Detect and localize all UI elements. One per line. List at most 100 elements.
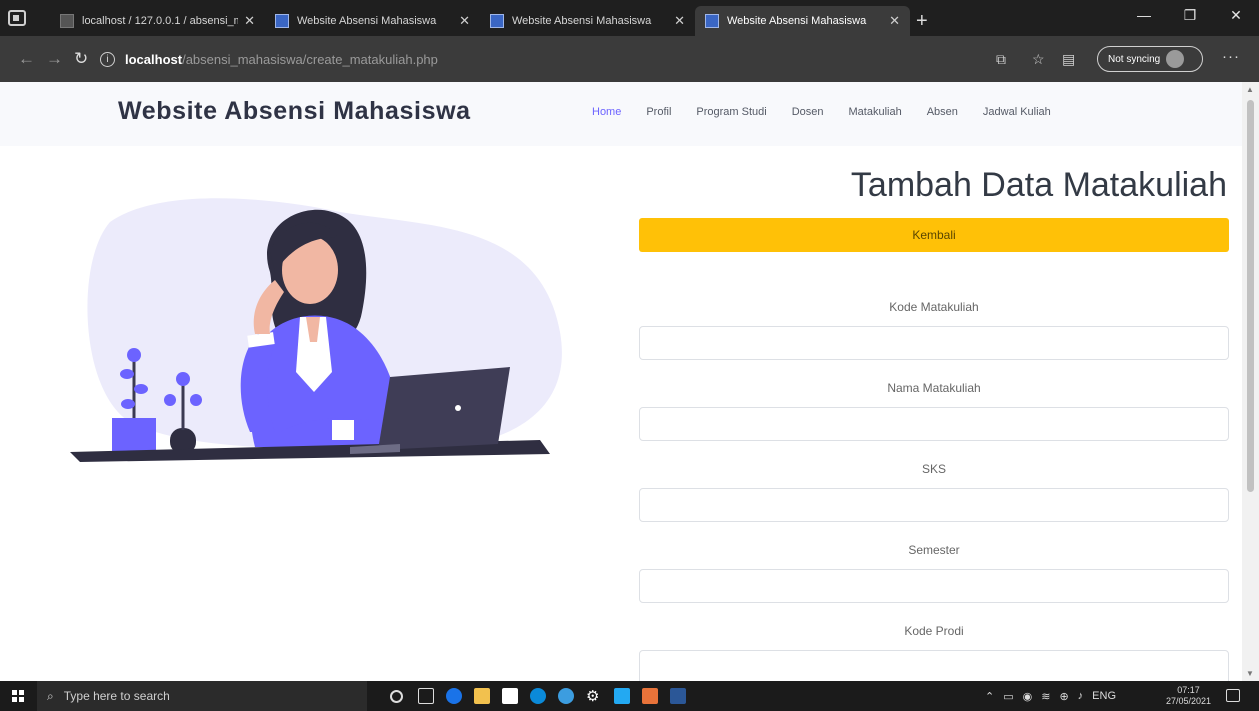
- nav-home[interactable]: Home: [592, 106, 621, 118]
- tab-favicon-icon: [705, 14, 719, 28]
- address-bar: ← → ↻ i localhost /absensi_mahasiswa/cre…: [0, 36, 1259, 82]
- browser-tab-phpmyadmin[interactable]: localhost / 127.0.0.1 / absensi_m ✕: [50, 6, 265, 36]
- browser-tab-2[interactable]: Website Absensi Mahasiswa ✕: [265, 6, 480, 36]
- browser-tab-active[interactable]: Website Absensi Mahasiswa ✕: [695, 6, 910, 36]
- field-kode-prodi: Kode Prodi: [639, 624, 1229, 681]
- minimize-icon[interactable]: —: [1121, 0, 1167, 30]
- new-tab-icon[interactable]: +: [916, 6, 928, 36]
- taskbar-clock[interactable]: 07:17 27/05/2021: [1166, 685, 1211, 707]
- scroll-down-icon[interactable]: ▼: [1246, 669, 1254, 678]
- tab-actions-icon[interactable]: [8, 10, 26, 26]
- tab-label: Website Absensi Mahasiswa: [727, 15, 867, 27]
- restore-icon[interactable]: ❐: [1167, 0, 1213, 30]
- field-kode-matakuliah: Kode Matakuliah: [639, 300, 1229, 360]
- kode-matakuliah-input[interactable]: [639, 326, 1229, 360]
- battery-icon[interactable]: ▭: [1003, 690, 1013, 703]
- favorite-star-icon[interactable]: ☆: [1032, 51, 1045, 68]
- url-path: /absensi_mahasiswa/create_matakuliah.php: [182, 51, 438, 67]
- field-semester: Semester: [639, 543, 1229, 603]
- nama-matakuliah-label: Nama Matakuliah: [887, 381, 981, 395]
- nama-matakuliah-input[interactable]: [639, 407, 1229, 441]
- nav-profil[interactable]: Profil: [646, 106, 671, 118]
- scrollbar-thumb[interactable]: [1247, 100, 1254, 492]
- url-field[interactable]: i localhost /absensi_mahasiswa/create_ma…: [100, 44, 1000, 74]
- search-placeholder: Type here to search: [63, 689, 170, 703]
- back-arrow-icon[interactable]: ←: [18, 49, 35, 69]
- profile-sync-button[interactable]: Not syncing: [1097, 46, 1203, 72]
- nav-program-studi[interactable]: Program Studi: [696, 106, 766, 118]
- back-button[interactable]: Kembali: [639, 218, 1229, 252]
- edge-dev-icon[interactable]: [530, 688, 546, 704]
- field-sks: SKS: [639, 462, 1229, 522]
- tab-close-icon[interactable]: ✕: [244, 13, 255, 29]
- taskbar-search-box[interactable]: ⌕ Type here to search: [37, 681, 367, 711]
- cortana-icon[interactable]: [390, 690, 403, 703]
- language-indicator[interactable]: ENG: [1092, 690, 1116, 703]
- site-menu: Home Profil Program Studi Dosen Matakuli…: [592, 106, 1076, 118]
- semester-label: Semester: [908, 543, 960, 557]
- volume-icon[interactable]: ♪: [1078, 690, 1084, 703]
- wifi-icon[interactable]: ≋: [1041, 690, 1050, 703]
- kode-prodi-input[interactable]: [639, 650, 1229, 681]
- tab-favicon-icon: [275, 14, 289, 28]
- tab-label: Website Absensi Mahasiswa: [512, 15, 652, 27]
- word-icon[interactable]: [670, 688, 686, 704]
- nav-dosen[interactable]: Dosen: [792, 106, 824, 118]
- tab-favicon-icon: [490, 14, 504, 28]
- window-controls: — ❐ ✕: [1121, 0, 1259, 30]
- more-menu-icon[interactable]: ···: [1222, 48, 1240, 65]
- windows-start-icon[interactable]: [12, 690, 24, 702]
- page-scrollbar[interactable]: ▲ ▼: [1242, 82, 1259, 681]
- browser-tab-bar: localhost / 127.0.0.1 / absensi_m ✕ Webs…: [0, 0, 1259, 36]
- scroll-up-icon[interactable]: ▲: [1246, 85, 1254, 94]
- url-host: localhost: [125, 51, 183, 67]
- store-icon[interactable]: [502, 688, 518, 704]
- nav-jadwal-kuliah[interactable]: Jadwal Kuliah: [983, 106, 1051, 118]
- search-icon: ⌕: [47, 688, 54, 703]
- powerpoint-icon[interactable]: [642, 688, 658, 704]
- task-view-icon[interactable]: [418, 688, 434, 704]
- close-window-icon[interactable]: ✕: [1213, 0, 1259, 30]
- notification-center-icon[interactable]: [1226, 689, 1240, 702]
- site-navbar: Website Absensi Mahasiswa Home Profil Pr…: [0, 82, 1242, 146]
- edge-icon[interactable]: [446, 688, 462, 704]
- nav-matakuliah[interactable]: Matakuliah: [849, 106, 902, 118]
- info-icon[interactable]: i: [100, 51, 115, 67]
- semester-input[interactable]: [639, 569, 1229, 603]
- woman-at-laptop-illustration: [70, 198, 562, 462]
- site-brand[interactable]: Website Absensi Mahasiswa: [118, 97, 471, 126]
- windows-taskbar: ⌕ Type here to search ⚙ ⌃ ▭ ◉ ≋ ⊕ ♪ ENG …: [0, 681, 1259, 711]
- nav-absen[interactable]: Absen: [927, 106, 958, 118]
- network-icon[interactable]: ◉: [1023, 690, 1033, 703]
- sync-label: Not syncing: [1108, 53, 1161, 65]
- reader-mode-icon[interactable]: ⧉: [996, 51, 1006, 68]
- tab-label: localhost / 127.0.0.1 / absensi_m: [82, 15, 239, 27]
- page-viewport: Website Absensi Mahasiswa Home Profil Pr…: [0, 82, 1259, 681]
- vscode-icon[interactable]: [614, 688, 630, 704]
- tab-favicon-icon: [60, 14, 74, 28]
- chevron-up-icon[interactable]: ⌃: [985, 690, 994, 703]
- system-tray: ⌃ ▭ ◉ ≋ ⊕ ♪ ENG: [985, 690, 1116, 703]
- browser-tab-3[interactable]: Website Absensi Mahasiswa ✕: [480, 6, 695, 36]
- browser-app-icon[interactable]: [558, 688, 574, 704]
- tab-strip: localhost / 127.0.0.1 / absensi_m ✕ Webs…: [50, 6, 928, 36]
- page-title: Tambah Data Matakuliah: [850, 166, 1227, 204]
- forward-arrow-icon[interactable]: →: [46, 49, 63, 69]
- clock-time: 07:17: [1177, 685, 1200, 695]
- collections-icon[interactable]: ▤: [1062, 51, 1075, 68]
- tab-close-icon[interactable]: ✕: [674, 13, 685, 29]
- kode-prodi-label: Kode Prodi: [904, 624, 964, 638]
- create-matakuliah-form: Tambah Data Matakuliah Kembali Kode Mata…: [639, 166, 1229, 681]
- avatar: [1166, 50, 1185, 68]
- language-icon[interactable]: ⊕: [1059, 690, 1068, 703]
- tab-label: Website Absensi Mahasiswa: [297, 15, 437, 27]
- tab-close-icon[interactable]: ✕: [889, 13, 900, 29]
- file-explorer-icon[interactable]: [474, 688, 490, 704]
- tab-close-icon[interactable]: ✕: [459, 13, 470, 29]
- sks-input[interactable]: [639, 488, 1229, 522]
- field-nama-matakuliah: Nama Matakuliah: [639, 381, 1229, 441]
- clock-date: 27/05/2021: [1166, 696, 1212, 706]
- kode-matakuliah-label: Kode Matakuliah: [889, 300, 979, 314]
- refresh-icon[interactable]: ↻: [74, 49, 88, 69]
- settings-gear-icon[interactable]: ⚙: [586, 687, 602, 705]
